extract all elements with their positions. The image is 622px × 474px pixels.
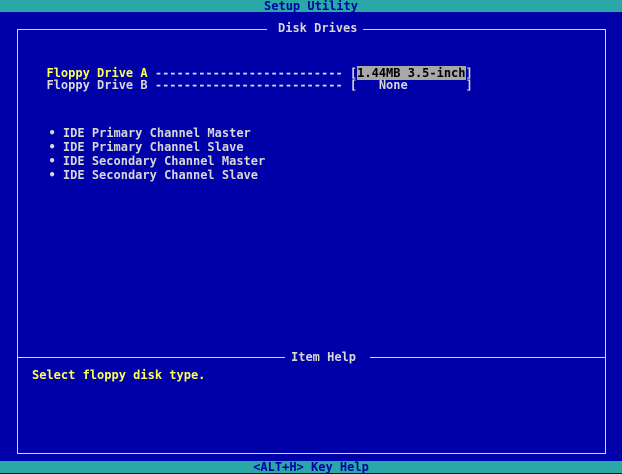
submenu-ide-secondary-slave[interactable]: • IDE Secondary Channel Slave (34, 157, 258, 181)
setting-value-floppy-b[interactable]: None (357, 78, 436, 92)
setting-row-floppy-b[interactable]: Floppy Drive B -------------------------… (32, 67, 472, 92)
bullet-icon: • (48, 168, 56, 182)
app-title: Setup Utility (264, 0, 358, 13)
submenu-label: IDE Secondary Channel Slave (62, 168, 258, 182)
setting-dashes-b: -------------------------- (154, 78, 343, 92)
help-divider-left (17, 357, 286, 358)
frame-top-left (17, 29, 267, 30)
frame-right (605, 29, 606, 453)
help-title: Item Help (285, 350, 363, 364)
title-bar: Setup Utility (0, 0, 622, 12)
status-bar: <ALT+H> Key Help (0, 461, 622, 473)
frame-left (17, 29, 18, 453)
help-divider-right (370, 357, 606, 358)
frame-bottom (17, 453, 606, 454)
frame-top-right (355, 29, 606, 30)
page-title: Disk Drives (272, 21, 364, 35)
help-text: Select floppy disk type. (32, 368, 206, 382)
setting-label-floppy-b: Floppy Drive B (46, 78, 148, 92)
key-help-hint: <ALT+H> Key Help (253, 460, 369, 474)
